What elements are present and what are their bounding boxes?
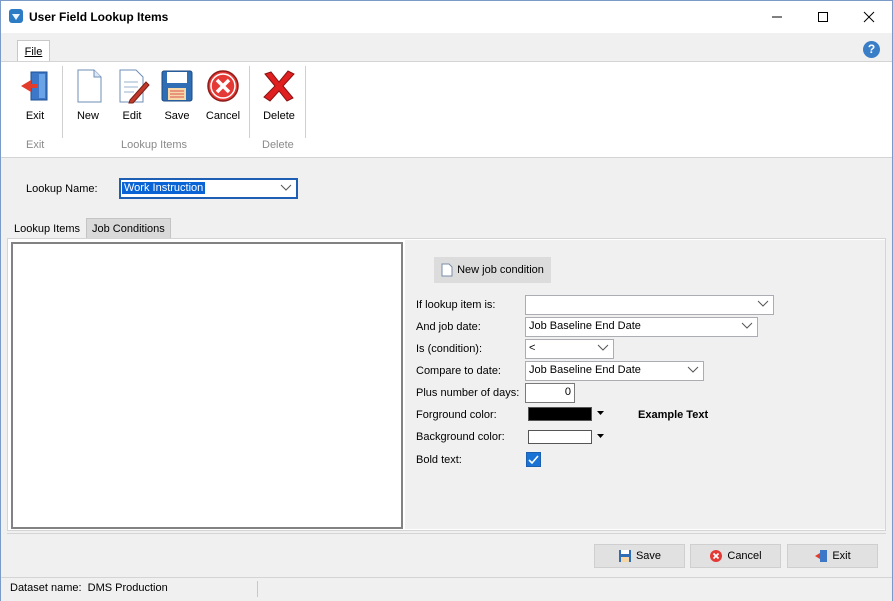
minimize-button[interactable]	[754, 1, 800, 33]
save-disk-icon	[161, 70, 193, 102]
tab-job-conditions[interactable]: Job Conditions	[86, 218, 171, 239]
ribbon-separator	[305, 66, 306, 138]
chevron-down-icon	[741, 322, 753, 329]
help-icon[interactable]: ?	[863, 41, 880, 58]
tab-file[interactable]: File	[17, 40, 50, 63]
ribbon-separator	[249, 66, 250, 138]
condition-editor-pane	[405, 240, 885, 529]
status-bar: Dataset name: DMS Production	[1, 577, 892, 601]
foreground-color-swatch[interactable]	[528, 407, 592, 421]
bold-text-checkbox[interactable]	[526, 452, 541, 467]
footer-save-button[interactable]: Save	[594, 544, 685, 568]
conditions-list[interactable]	[11, 242, 403, 529]
compare-date-label: Compare to date:	[416, 365, 501, 377]
dropdown-arrow-icon[interactable]	[597, 411, 604, 416]
edit-document-icon	[119, 69, 150, 104]
job-date-label: And job date:	[416, 321, 481, 333]
title-bar: User Field Lookup Items	[1, 1, 892, 33]
lookup-name-combo[interactable]: Work Instruction	[119, 178, 298, 199]
group-label-exit: Exit	[26, 139, 45, 151]
status-separator	[257, 581, 258, 597]
lookup-name-value: Work Instruction	[122, 182, 206, 194]
window: User Field Lookup Items File ? Exit New …	[0, 0, 893, 601]
footer-cancel-button[interactable]: Cancel	[690, 544, 781, 568]
checkmark-icon	[528, 455, 539, 465]
maximize-button[interactable]	[800, 1, 846, 33]
ribbon-new-button[interactable]: New	[67, 68, 109, 124]
ribbon-separator	[62, 66, 63, 138]
maximize-icon	[818, 12, 828, 22]
ribbon-tab-strip: File ?	[1, 34, 892, 63]
app-icon	[9, 9, 23, 23]
chevron-down-icon	[757, 300, 769, 307]
delete-x-icon	[263, 70, 295, 102]
example-text-preview: Example Text	[638, 409, 709, 421]
if-lookup-label: If lookup item is:	[416, 299, 496, 311]
chevron-down-icon	[597, 344, 609, 351]
compare-date-combo[interactable]: Job Baseline End Date	[525, 361, 704, 381]
ribbon-delete-button[interactable]: Delete	[256, 68, 302, 124]
condition-label: Is (condition):	[416, 343, 483, 355]
cancel-icon	[207, 70, 239, 102]
background-color-swatch[interactable]	[528, 430, 592, 444]
job-date-combo[interactable]: Job Baseline End Date	[525, 317, 758, 337]
close-icon	[863, 11, 875, 23]
group-label-lookup-items: Lookup Items	[121, 139, 188, 151]
plus-days-label: Plus number of days:	[416, 387, 520, 399]
tab-lookup-items[interactable]: Lookup Items	[9, 219, 85, 239]
new-document-icon	[77, 69, 102, 103]
new-document-icon	[441, 263, 453, 277]
chevron-down-icon	[280, 184, 292, 191]
plus-days-input[interactable]: 0	[525, 383, 575, 403]
ribbon-save-button[interactable]: Save	[156, 68, 198, 124]
close-button[interactable]	[846, 1, 892, 33]
foreground-color-label: Forground color:	[416, 409, 497, 421]
cancel-icon	[710, 550, 723, 562]
exit-door-icon	[21, 71, 48, 101]
bold-text-label: Bold text:	[416, 454, 462, 466]
background-color-label: Background color:	[416, 431, 505, 443]
window-title: User Field Lookup Items	[29, 10, 169, 24]
ribbon-edit-button[interactable]: Edit	[111, 68, 153, 124]
lookup-name-label: Lookup Name:	[26, 183, 98, 195]
exit-door-icon	[815, 550, 828, 562]
chevron-down-icon	[687, 366, 699, 373]
minimize-icon	[772, 16, 782, 18]
save-disk-icon	[618, 550, 631, 562]
dropdown-arrow-icon[interactable]	[597, 434, 604, 439]
ribbon-exit-button[interactable]: Exit	[13, 68, 57, 124]
if-lookup-combo[interactable]	[525, 295, 774, 315]
group-label-delete: Delete	[262, 139, 294, 151]
dataset-status: Dataset name: DMS Production	[10, 582, 168, 594]
ribbon-cancel-button[interactable]: Cancel	[201, 68, 245, 124]
new-job-condition-button[interactable]: New job condition	[434, 257, 551, 283]
condition-combo[interactable]: <	[525, 339, 614, 359]
ribbon: Exit New Edit Save Cancel Delete Exit Lo…	[1, 61, 892, 158]
footer-exit-button[interactable]: Exit	[787, 544, 878, 568]
